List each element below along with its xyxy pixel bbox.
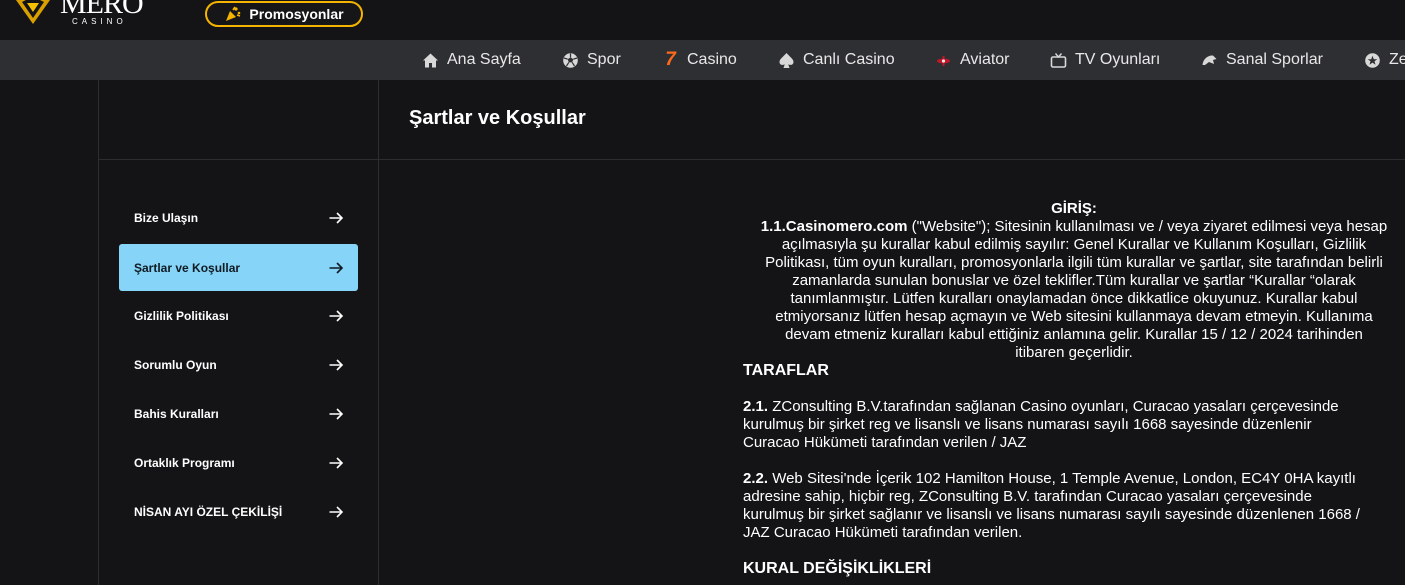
sidebar-item-label: Şartlar ve Koşullar [134, 260, 241, 275]
paragraph-1-1: 1.1.Casinomero.com ("Website"); Sitesini… [743, 218, 1405, 362]
nav-label: Ana Sayfa [447, 51, 521, 68]
sidebar-item-label: Sorumlu Oyun [134, 357, 217, 372]
sidebar-item-label: Bahis Kuralları [134, 406, 219, 421]
top-bar: MERO CASINO Promosyonlar [0, 0, 1405, 40]
home-icon [423, 53, 438, 67]
paragraph-line: tanımlanmıştır. Lütfen kuralları onaylam… [790, 290, 1358, 307]
arrow-right-icon [329, 309, 344, 322]
sidebar-item-label: Ortaklık Programı [134, 455, 235, 470]
main-nav: Ana Sayfa Spor 7 Casino Canlı Casino Avi… [0, 40, 1405, 80]
nav-item-aviator[interactable]: Aviator [935, 40, 1010, 80]
paragraph-line: Web Sitesi'nde İçerik 102 Hamilton House… [768, 470, 1356, 487]
nav-item-tv-games[interactable]: TV Oyunları [1050, 40, 1160, 80]
arrow-right-icon [329, 505, 344, 518]
promotions-button[interactable]: Promosyonlar [205, 1, 363, 27]
arrow-right-icon [329, 407, 344, 420]
paragraph-line: itibaren geçerlidir. [1015, 344, 1133, 361]
paragraph-2-1: 2.1. ZConsulting B.V.tarafından sağlanan… [743, 398, 1405, 452]
nav-label: Casino [687, 51, 737, 68]
paragraph-line: açılmasıyla şu kurallar kabul edilmiş sa… [781, 236, 1367, 253]
nav-label: Aviator [960, 51, 1010, 68]
paragraph-line: ZConsulting B.V.tarafından sağlanan Casi… [768, 398, 1339, 415]
nav-label: Spor [587, 51, 621, 68]
promotions-label: Promosyonlar [249, 6, 344, 22]
sidebar-item-affiliate-program[interactable]: Ortaklık Programı [119, 439, 358, 486]
paragraph-line: Politikası, tüm oyun kuralları, promosyo… [765, 254, 1383, 271]
paragraph-line: devam etmeniz kuralları kabul ettiğiniz … [785, 326, 1363, 343]
sidebar-item-privacy[interactable]: Gizlilik Politikası [119, 292, 358, 339]
logo-diamond-icon [16, 0, 50, 24]
sidebar-item-label: NİSAN AYI ÖZEL ÇEKİLİŞİ [134, 504, 283, 519]
paragraph-line: kurulmuş bir şirket sağlanır ve lisanslı… [743, 506, 1360, 523]
arrow-right-icon [329, 261, 344, 274]
nav-label: Ze [1389, 51, 1405, 68]
party-popper-icon [226, 6, 241, 21]
sidebar-item-contact[interactable]: Bize Ulaşın [119, 194, 358, 241]
paragraph-line: adresine sahip, hiçbir reg, ZConsulting … [743, 488, 1312, 505]
nav-label: TV Oyunları [1075, 51, 1161, 68]
paragraph-number: 2.2. [743, 470, 769, 487]
intro-title: GİRİŞ: [1051, 200, 1097, 217]
paragraph-line: ("Website"); Sitesinin kullanılması ve /… [907, 218, 1388, 235]
virtual-sports-icon [1202, 54, 1217, 65]
spade-icon [779, 52, 794, 68]
soccer-ball-icon [563, 52, 578, 68]
paragraph-line: Curacao Hükümeti tarafından verilen / JA… [743, 434, 1027, 451]
nav-item-more[interactable]: Ze [1364, 40, 1405, 80]
sidebar-item-terms[interactable]: Şartlar ve Koşullar [119, 244, 358, 291]
sidebar-item-label: Gizlilik Politikası [134, 308, 229, 323]
terms-content: GİRİŞ: 1.1.Casinomero.com ("Website"); S… [743, 200, 1405, 578]
arrow-right-icon [329, 358, 344, 371]
paragraph-line: etmiyorsanız lütfen hesap açmayın ve Web… [775, 308, 1373, 325]
logo-subtext: CASINO [72, 17, 127, 26]
nav-label: Sanal Sporlar [1226, 51, 1323, 68]
paragraph-line: JAZ Curacao Hükümeti tarafından verilen. [743, 524, 1023, 541]
section-heading-parties: TARAFLAR [743, 362, 829, 379]
aviator-icon [937, 55, 950, 66]
sidebar-item-responsible-gaming[interactable]: Sorumlu Oyun [119, 341, 358, 388]
seven-icon: 7 [665, 49, 676, 70]
arrow-right-icon [329, 456, 344, 469]
page-title: Şartlar ve Koşullar [409, 107, 586, 129]
nav-label: Canlı Casino [803, 51, 895, 68]
paragraph-number: 1.1.Casinomero.com [760, 218, 908, 235]
paragraph-2-2: 2.2. Web Sitesi'nde İçerik 102 Hamilton … [743, 470, 1405, 542]
sidebar-item-april-draw[interactable]: NİSAN AYI ÖZEL ÇEKİLİŞİ [119, 488, 358, 535]
arrow-right-icon [329, 211, 344, 224]
sidebar-right-border [378, 80, 379, 585]
sidebar-left-border [98, 80, 99, 585]
nav-item-virtual-sports[interactable]: Sanal Sporlar [1201, 40, 1323, 80]
star-icon [1365, 52, 1380, 68]
title-divider [98, 159, 1405, 160]
tv-icon [1050, 52, 1067, 68]
sidebar-item-label: Bize Ulaşın [134, 210, 199, 225]
paragraph-line: zamanlarda sunulan bonuslar ve özel tekl… [792, 272, 1356, 289]
sidebar-item-betting-rules[interactable]: Bahis Kuralları [119, 390, 358, 437]
paragraph-number: 2.1. [743, 398, 769, 415]
logo[interactable]: MERO CASINO [14, 0, 144, 38]
nav-item-live-casino[interactable]: Canlı Casino [778, 40, 895, 80]
nav-item-casino[interactable]: 7 Casino [662, 40, 737, 80]
nav-item-home[interactable]: Ana Sayfa [422, 40, 521, 80]
nav-item-sport[interactable]: Spor [562, 40, 621, 80]
paragraph-line: kurulmuş bir şirket reg ve lisanslı ve l… [743, 416, 1312, 433]
section-heading-rule-changes: KURAL DEĞİŞİKLİKLERİ [743, 560, 932, 577]
